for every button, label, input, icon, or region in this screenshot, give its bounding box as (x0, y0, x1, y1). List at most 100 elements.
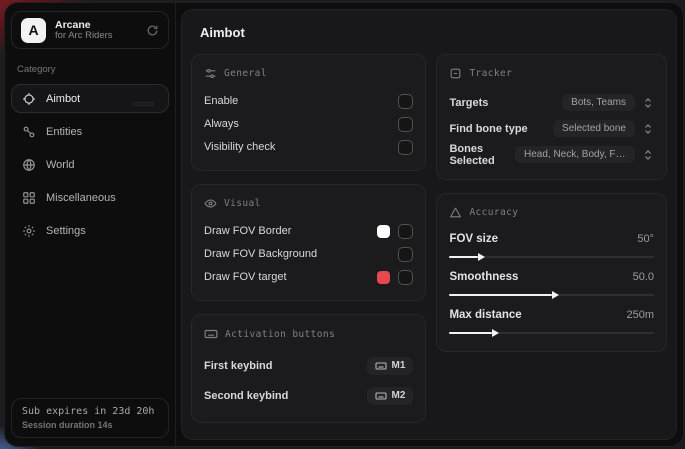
card-general-title: General (224, 68, 267, 79)
crosshair-icon (22, 92, 36, 106)
fov-size-value: 50° (637, 233, 654, 245)
logo-text: Arcane for Arc Riders (55, 19, 137, 42)
sliders-icon (204, 67, 217, 80)
keyboard-icon (204, 327, 218, 341)
sidebar-item-entities[interactable]: Entities (11, 117, 169, 146)
card-general: General Enable Always Visibility check (191, 54, 426, 171)
keybind-value: M2 (392, 390, 406, 401)
eye-icon (204, 197, 217, 210)
sidebar-item-label: World (46, 159, 75, 171)
entities-icon (22, 125, 36, 139)
setting-row-visibility-check: Visibility check (204, 136, 413, 158)
setting-row-draw-fov-target: Draw FOV target (204, 266, 413, 288)
row-label: Draw FOV target (204, 271, 287, 283)
sidebar-item-miscellaneous[interactable]: Miscellaneous (11, 183, 169, 212)
row-label: Second keybind (204, 390, 288, 402)
row-label: Always (204, 118, 239, 130)
setting-row-find-bone-type: Find bone type Selected bone (449, 116, 654, 141)
draw-fov-target-checkbox[interactable] (398, 270, 413, 285)
session-duration-text: Session duration 14s (22, 420, 158, 430)
sidebar-item-settings[interactable]: Settings (11, 216, 169, 245)
sidebar-item-label: Miscellaneous (46, 192, 116, 204)
sidebar-item-label: Aimbot (46, 93, 80, 105)
setting-row-draw-fov-border: Draw FOV Border (204, 220, 413, 242)
card-accuracy: Accuracy FOV size 50° (436, 193, 667, 352)
main-panel: Aimbot General Enable (181, 9, 677, 440)
category-label: Category (17, 64, 163, 75)
keyboard-icon (375, 390, 387, 402)
sub-expiry-text: Sub expires in 23d 20h (22, 406, 158, 417)
row-label: Visibility check (204, 141, 275, 153)
globe-icon (22, 158, 36, 172)
row-label: Find bone type (449, 123, 527, 135)
card-tracker: Tracker Targets Bots, Teams (436, 54, 667, 180)
refresh-icon[interactable] (146, 24, 159, 37)
setting-row-second-keybind: Second keybind M2 (204, 381, 413, 410)
row-label: Max distance (449, 309, 521, 321)
setting-row-bones-selected: Bones Selected Head, Neck, Body, Fe... (449, 142, 654, 167)
setting-row-always: Always (204, 113, 413, 135)
grid-icon (22, 191, 36, 205)
sidebar: A Arcane for Arc Riders Category Aimbot (5, 3, 176, 446)
triangle-icon (449, 206, 462, 219)
unfold-icon (642, 123, 654, 135)
setting-row-max-distance: Max distance 250m (449, 305, 654, 339)
app-subtitle: for Arc Riders (55, 31, 137, 42)
smoothness-slider[interactable] (449, 289, 654, 301)
page-title: Aimbot (200, 25, 669, 40)
keybind-value: M1 (392, 360, 406, 371)
find-bone-type-dropdown[interactable]: Selected bone (553, 120, 635, 137)
setting-row-enable: Enable (204, 90, 413, 112)
row-label: Enable (204, 95, 238, 107)
draw-fov-background-checkbox[interactable] (398, 247, 413, 262)
fov-size-slider[interactable] (449, 251, 654, 263)
sidebar-nav: Aimbot Entities World (11, 84, 169, 245)
sidebar-item-label: Entities (46, 126, 82, 138)
second-keybind-button[interactable]: M2 (367, 387, 414, 405)
row-label: Bones Selected (449, 143, 515, 167)
gear-icon (22, 224, 36, 238)
enable-checkbox[interactable] (398, 94, 413, 109)
card-activation-title: Activation buttons (225, 329, 335, 340)
unfold-icon (642, 97, 654, 109)
card-accuracy-title: Accuracy (469, 207, 518, 218)
app-title: Arcane (55, 19, 137, 31)
setting-row-first-keybind: First keybind M1 (204, 351, 413, 380)
app-logo: A (21, 18, 46, 43)
row-label: Targets (449, 97, 488, 109)
active-item-hint (132, 102, 154, 106)
row-label: Draw FOV Background (204, 248, 317, 260)
visibility-check-checkbox[interactable] (398, 140, 413, 155)
tracker-frame-icon (449, 67, 462, 80)
always-checkbox[interactable] (398, 117, 413, 132)
setting-row-smoothness: Smoothness 50.0 (449, 267, 654, 301)
smoothness-value: 50.0 (633, 271, 654, 283)
setting-row-draw-fov-background: Draw FOV Background (204, 243, 413, 265)
row-label: Smoothness (449, 271, 518, 283)
card-activation-buttons: Activation buttons First keybind M1 (191, 314, 426, 423)
bones-selected-dropdown[interactable]: Head, Neck, Body, Fe... (515, 146, 635, 163)
card-tracker-title: Tracker (469, 68, 512, 79)
setting-row-targets: Targets Bots, Teams (449, 90, 654, 115)
card-visual-title: Visual (224, 198, 261, 209)
sidebar-item-label: Settings (46, 225, 86, 237)
sidebar-item-aimbot[interactable]: Aimbot (11, 84, 169, 113)
keyboard-icon (375, 360, 387, 372)
max-distance-slider[interactable] (449, 327, 654, 339)
targets-dropdown[interactable]: Bots, Teams (562, 94, 635, 111)
setting-row-fov-size: FOV size 50° (449, 229, 654, 263)
logo-card: A Arcane for Arc Riders (11, 11, 169, 49)
unfold-icon (642, 149, 654, 161)
first-keybind-button[interactable]: M1 (367, 357, 414, 375)
row-label: First keybind (204, 360, 272, 372)
draw-fov-border-checkbox[interactable] (398, 224, 413, 239)
app-window: A Arcane for Arc Riders Category Aimbot (4, 2, 684, 447)
fov-target-color-swatch[interactable] (377, 271, 390, 284)
card-visual: Visual Draw FOV Border Draw FOV Backgrou… (191, 184, 426, 301)
row-label: FOV size (449, 233, 498, 245)
row-label: Draw FOV Border (204, 225, 291, 237)
sidebar-item-world[interactable]: World (11, 150, 169, 179)
max-distance-value: 250m (626, 309, 654, 321)
subscription-info: Sub expires in 23d 20h Session duration … (11, 398, 169, 438)
fov-border-color-swatch[interactable] (377, 225, 390, 238)
